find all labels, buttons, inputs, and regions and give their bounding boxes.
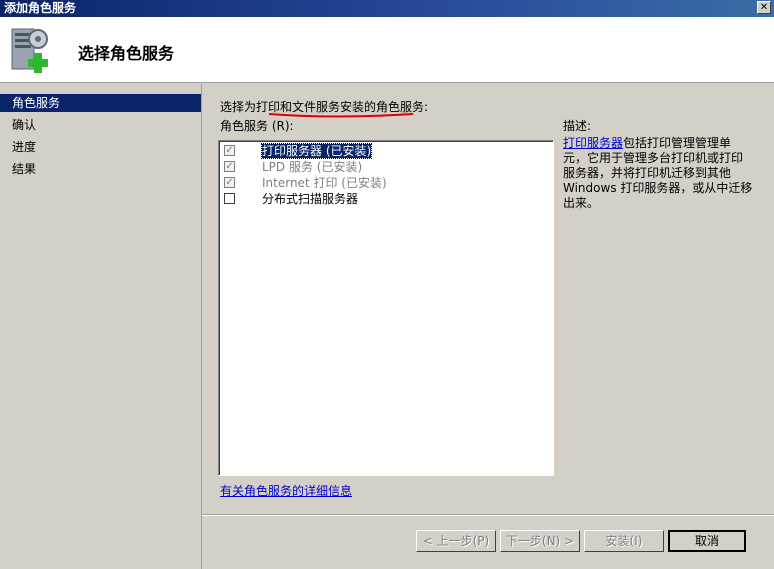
nav-item-role-services[interactable]: 角色服务 — [0, 94, 201, 112]
window-title: 添加角色服务 — [4, 1, 77, 15]
wizard-header: 选择角色服务 — [0, 17, 774, 83]
prev-button[interactable]: < 上一步(P) — [416, 530, 496, 552]
title-bar: 添加角色服务 ✕ — [0, 0, 774, 17]
list-item-label: Internet 打印 (已安装) — [262, 176, 387, 190]
description-link[interactable]: 打印服务器 — [563, 136, 623, 150]
nav-item-label: 角色服务 — [12, 96, 61, 110]
list-item-internet-print[interactable]: Internet 打印 (已安装) — [262, 175, 387, 191]
nav-item-label: 结果 — [12, 162, 37, 176]
nav-item-results[interactable]: 结果 — [0, 160, 201, 178]
list-item-print-server[interactable]: 打印服务器 (已安装) — [260, 143, 373, 159]
close-button[interactable]: ✕ — [757, 1, 771, 14]
wizard-steps: 角色服务 确认 进度 结果 — [0, 84, 202, 569]
list-label: 角色服务 (R): — [220, 119, 294, 133]
checkbox-lpd-service[interactable]: ✓ — [224, 161, 235, 172]
server-add-icon — [8, 23, 58, 78]
nav-item-confirm[interactable]: 确认 — [0, 116, 201, 134]
nav-item-progress[interactable]: 进度 — [0, 138, 201, 156]
list-item-distributed-scan[interactable]: 分布式扫描服务器 — [262, 191, 358, 207]
next-button[interactable]: 下一步(N) > — [500, 530, 580, 552]
checkbox-distributed-scan[interactable] — [224, 193, 235, 204]
cancel-button[interactable]: 取消 — [668, 530, 746, 552]
list-item-label: 打印服务器 (已安装) — [260, 143, 373, 159]
checkbox-internet-print[interactable]: ✓ — [224, 177, 235, 188]
install-button[interactable]: 安装(I) — [584, 530, 664, 552]
description-label: 描述: — [563, 119, 592, 133]
description-text: 打印服务器包括打印管理管理单元，它用于管理多台打印机或打印服务器，并将打印机迁移… — [563, 136, 753, 211]
nav-item-label: 确认 — [12, 118, 37, 132]
checkbox-print-server[interactable]: ✓ — [224, 145, 235, 156]
page-title: 选择角色服务 — [78, 44, 175, 63]
role-services-list[interactable]: ✓ 打印服务器 (已安装) ✓ LPD 服务 (已安装) ✓ Internet … — [218, 140, 554, 476]
footer-divider — [202, 514, 774, 516]
list-item-lpd-service[interactable]: LPD 服务 (已安装) — [262, 159, 362, 175]
nav-item-label: 进度 — [12, 140, 37, 154]
more-info-link[interactable]: 有关角色服务的详细信息 — [220, 482, 352, 499]
list-item-label: 分布式扫描服务器 — [262, 192, 359, 206]
list-item-label: LPD 服务 (已安装) — [262, 160, 363, 174]
